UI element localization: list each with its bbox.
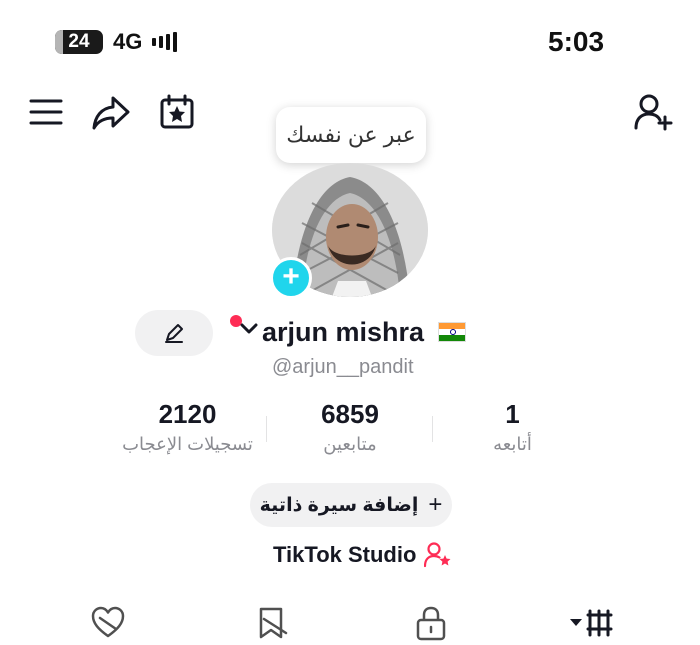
signal-icon	[152, 32, 178, 52]
profile-handle: @arjun__pandit	[272, 356, 414, 378]
following-stat[interactable]: 1 أتابعه	[455, 399, 570, 455]
status-bar-left: 24 4G	[55, 29, 178, 55]
followers-label: متابعين	[323, 434, 377, 454]
battery-level: 24	[68, 31, 90, 52]
following-label: أتابعه	[493, 434, 532, 454]
bio-tooltip[interactable]: عبر عن نفسك	[276, 107, 426, 163]
favorites-icon[interactable]	[256, 605, 290, 645]
add-photo-button[interactable]: +	[270, 257, 312, 299]
profile-name[interactable]: arjun mishra	[262, 317, 424, 348]
battery-icon: 24	[55, 30, 103, 54]
status-time: 5:03	[548, 26, 605, 57]
tiktok-studio-link[interactable]: TikTok Studio	[273, 542, 452, 568]
followers-count: 6859	[321, 399, 379, 429]
followers-stat[interactable]: 6859 متابعين	[280, 399, 420, 455]
videos-grid-icon[interactable]	[568, 605, 618, 644]
edit-profile-button[interactable]	[135, 310, 213, 356]
likes-count: 2120	[158, 399, 217, 429]
plus-icon: +	[428, 491, 443, 518]
likes-label: تسجيلات الإعجاب	[122, 434, 253, 454]
creator-star-icon	[424, 542, 451, 568]
tiktok-studio-label: TikTok Studio	[273, 542, 417, 567]
add-bio-label: إضافة سيرة ذاتية	[259, 494, 419, 516]
menu-icon[interactable]	[29, 98, 63, 131]
network-type: 4G	[113, 29, 143, 54]
india-flag-icon	[438, 322, 466, 342]
chevron-down-icon[interactable]	[239, 322, 259, 341]
following-count: 1	[505, 399, 520, 429]
add-friend-icon[interactable]	[633, 93, 675, 136]
calendar-star-icon[interactable]	[159, 94, 195, 135]
likes-stat[interactable]: 2120 تسجيلات الإعجاب	[105, 399, 270, 455]
pencil-icon	[165, 324, 183, 343]
liked-heart-icon[interactable]	[90, 605, 126, 644]
add-bio-button[interactable]: + إضافة سيرة ذاتية	[250, 483, 452, 527]
private-lock-icon[interactable]	[415, 605, 447, 645]
share-icon[interactable]	[91, 95, 131, 136]
